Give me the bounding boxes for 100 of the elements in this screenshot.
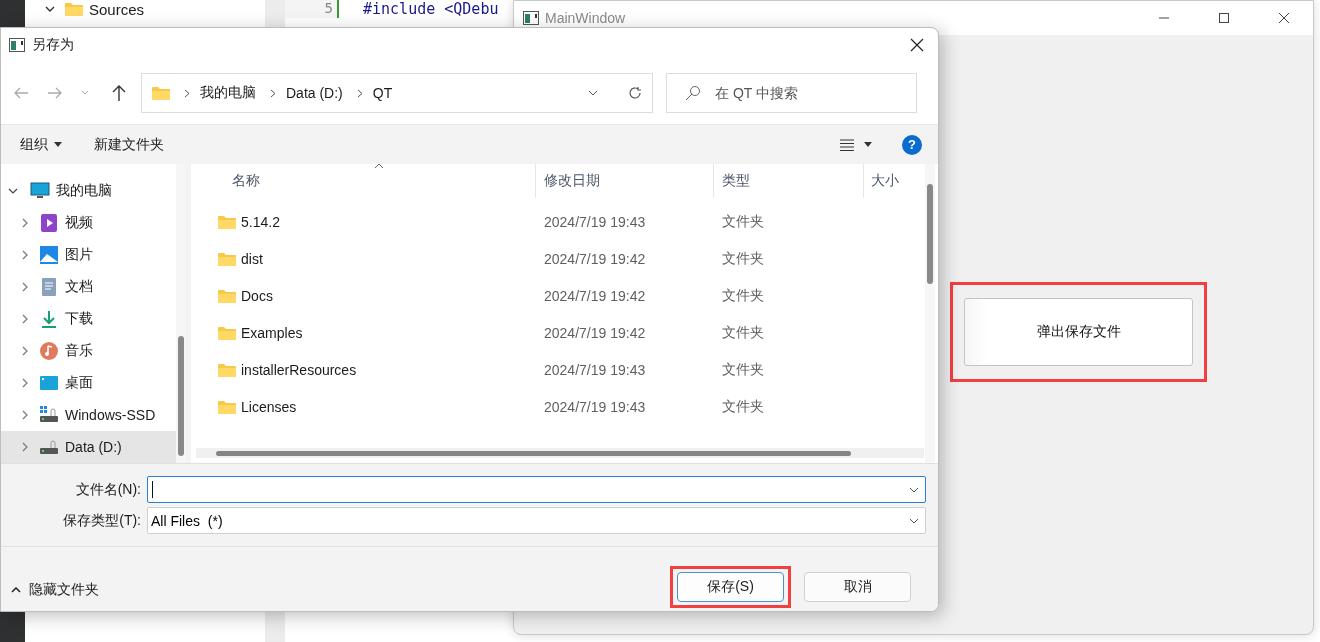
scrollbar-thumb[interactable]: [216, 451, 851, 456]
app-icon: [523, 11, 539, 25]
combo-box[interactable]: [147, 476, 926, 503]
dialog-title: 另存为: [32, 36, 74, 54]
save-dialog-button[interactable]: 弹出保存文件: [964, 298, 1193, 366]
table-cell-text: 2024/7/19 19:43: [543, 361, 647, 378]
column-header[interactable]: 名称: [196, 164, 536, 198]
line-number: 5: [324, 0, 333, 16]
download-icon: [39, 309, 59, 329]
refresh-icon[interactable]: [628, 86, 642, 100]
field-label: 文件名(N):: [74, 480, 142, 499]
sidebar-item[interactable]: 视频: [1, 207, 176, 239]
file-name: installerResources: [241, 361, 357, 378]
sidebar-item[interactable]: 下载: [1, 303, 176, 335]
file-row[interactable]: Licenses 2024/7/19 19:43 文件夹: [196, 388, 925, 425]
file-name: Docs: [241, 287, 273, 304]
drive-icon: [39, 437, 59, 457]
file-name: 5.14.2: [241, 213, 280, 230]
save-button[interactable]: 保存(S): [677, 572, 784, 602]
toolbar-button[interactable]: 新建文件夹: [85, 131, 173, 158]
sidebar-item[interactable]: 文档: [1, 271, 176, 303]
breadcrumb-item[interactable]: QT: [372, 85, 393, 101]
hide-folders-button[interactable]: 隐藏文件夹: [1, 581, 99, 599]
sidebar-item[interactable]: 我的电脑: [1, 175, 176, 207]
table-cell-text: 2024/7/19 19:42: [543, 324, 647, 341]
folder-icon: [218, 399, 236, 414]
maximize-icon[interactable]: [1218, 12, 1230, 24]
table-cell-text: 文件夹: [721, 323, 765, 342]
column-header[interactable]: 大小: [864, 164, 924, 198]
picture-icon: [39, 245, 59, 265]
table-cell-text: 2024/7/19 19:42: [543, 287, 647, 304]
folder-icon: [65, 2, 83, 16]
folder-icon: [218, 288, 236, 303]
folder-icon: [218, 251, 236, 266]
chevron-down-icon: [909, 517, 919, 524]
sidebar-item[interactable]: 图片: [1, 239, 176, 271]
address-bar[interactable]: 我的电脑 Data (D:) QT: [141, 73, 653, 113]
breadcrumb-item[interactable]: 我的电脑: [200, 84, 256, 102]
scrollbar-thumb[interactable]: [927, 184, 933, 284]
chevron-up-icon: [11, 587, 21, 593]
table-cell-text: 文件夹: [721, 249, 765, 268]
file-row[interactable]: Docs 2024/7/19 19:42 文件夹: [196, 277, 925, 314]
search-icon: [685, 85, 701, 101]
close-icon[interactable]: [1278, 12, 1290, 24]
document-icon: [39, 277, 59, 297]
chevron-down-icon[interactable]: [588, 90, 598, 96]
scrollbar-thumb[interactable]: [178, 336, 184, 456]
file-row[interactable]: 5.14.2 2024/7/19 19:43 文件夹: [196, 203, 925, 240]
folder-icon: [152, 86, 170, 100]
table-cell-text: 2024/7/19 19:43: [543, 213, 647, 230]
caret-down-icon[interactable]: [864, 142, 872, 147]
chevron-right-icon: [356, 88, 363, 98]
table-cell-text: 文件夹: [721, 360, 765, 379]
folder-icon: [218, 325, 236, 340]
text-cursor: [152, 481, 153, 498]
column-header[interactable]: 类型: [714, 164, 864, 198]
cancel-button[interactable]: 取消: [804, 572, 911, 602]
sidebar-item[interactable]: 音乐: [1, 335, 176, 367]
file-name: Licenses: [241, 398, 297, 415]
table-cell-text: 文件夹: [721, 286, 765, 305]
combo-box[interactable]: All Files (*): [147, 507, 926, 534]
chevron-down-icon: [45, 6, 55, 12]
file-name: Examples: [241, 324, 303, 341]
table-cell-text: 文件夹: [721, 397, 765, 416]
code-line: #include <QDebu: [363, 0, 499, 18]
help-button[interactable]: ?: [902, 134, 922, 155]
sidebar-item[interactable]: 桌面: [1, 367, 176, 399]
list-view-icon[interactable]: [840, 138, 854, 151]
column-header[interactable]: 修改日期: [536, 164, 714, 198]
close-icon[interactable]: [910, 38, 924, 52]
file-name: dist: [241, 250, 263, 267]
app-icon: [9, 38, 25, 52]
file-row[interactable]: Examples 2024/7/19 19:42 文件夹: [196, 314, 925, 351]
desktop-icon: [39, 373, 59, 393]
toolbar-button[interactable]: 组织: [11, 131, 71, 158]
folder-icon: [218, 214, 236, 229]
field-label: 保存类型(T):: [62, 511, 142, 530]
search-box[interactable]: 在 QT 中搜索: [666, 73, 917, 113]
music-icon: [39, 341, 59, 361]
file-row[interactable]: dist 2024/7/19 19:42 文件夹: [196, 240, 925, 277]
tree-item[interactable]: Sources: [89, 0, 145, 18]
sidebar-item[interactable]: Data (D:): [1, 431, 176, 463]
chevron-right-icon: [270, 88, 276, 98]
search-field[interactable]: 在 QT 中搜索: [713, 84, 897, 102]
file-row[interactable]: installerResources 2024/7/19 19:43 文件夹: [196, 351, 925, 388]
table-cell-text: 文件夹: [721, 212, 765, 231]
sidebar-item[interactable]: Windows-SSD: [1, 399, 176, 431]
table-cell-text: 2024/7/19 19:42: [543, 250, 647, 267]
table-cell-text: 2024/7/19 19:43: [543, 398, 647, 415]
up-arrow-icon[interactable]: [111, 84, 127, 102]
folder-icon: [218, 362, 236, 377]
window-title: MainWindow: [545, 10, 626, 26]
breadcrumb-item[interactable]: Data (D:): [286, 85, 343, 101]
monitor-icon: [30, 181, 50, 201]
chevron-right-icon: [184, 88, 190, 98]
video-icon: [39, 213, 59, 233]
input-field[interactable]: All Files (*): [148, 511, 909, 530]
chevron-down-icon: [909, 486, 919, 493]
drive-icon: [39, 405, 59, 425]
sort-caret-icon: [374, 164, 384, 169]
